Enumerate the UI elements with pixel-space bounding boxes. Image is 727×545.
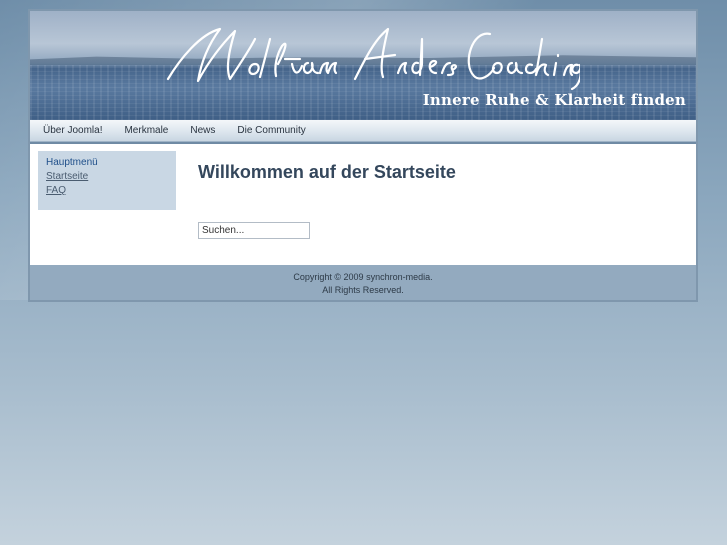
logo-signature-icon — [166, 27, 580, 91]
nav-item-die-community[interactable]: Die Community — [237, 125, 305, 136]
header-banner: Innere Ruhe & Klarheit finden — [30, 11, 696, 120]
nav-item-news[interactable]: News — [190, 125, 215, 136]
nav-item-ueber-joomla[interactable]: Über Joomla! — [43, 125, 102, 136]
page-container: Innere Ruhe & Klarheit finden Über Jooml… — [28, 9, 698, 302]
footer: Copyright © 2009 synchron-media. All Rig… — [30, 265, 696, 300]
header-tagline: Innere Ruhe & Klarheit finden — [422, 91, 686, 109]
footer-rights: All Rights Reserved. — [322, 285, 404, 295]
sidebar-main-menu: Hauptmenü Startseite FAQ — [38, 151, 176, 210]
main-navigation: Über Joomla! Merkmale News Die Community — [30, 120, 696, 142]
footer-copyright: Copyright © 2009 synchron-media. — [293, 272, 433, 282]
navigation-divider — [30, 142, 696, 144]
sidebar-item-faq[interactable]: FAQ — [46, 185, 168, 196]
page-title: Willkommen auf der Startseite — [198, 162, 456, 182]
sidebar-title: Hauptmenü — [46, 157, 98, 168]
nav-item-merkmale[interactable]: Merkmale — [124, 125, 168, 136]
search-input[interactable] — [198, 222, 310, 239]
sidebar-item-startseite[interactable]: Startseite — [46, 171, 168, 182]
